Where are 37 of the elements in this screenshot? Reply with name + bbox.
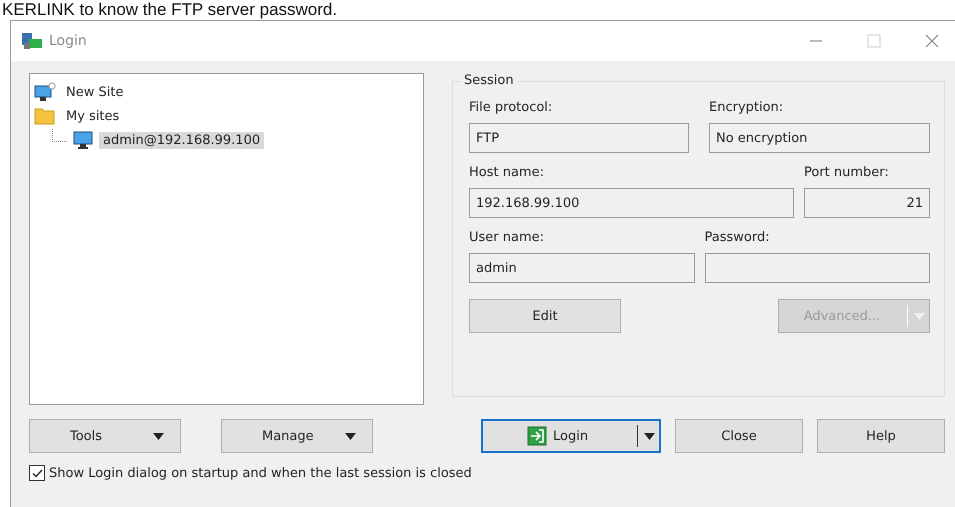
monitor-icon (73, 131, 93, 149)
input-field[interactable]: No encryption (709, 123, 930, 153)
tree-item[interactable]: admin@192.168.99.100 (99, 132, 264, 148)
input-field[interactable]: 21 (804, 188, 930, 218)
folder-icon (34, 107, 56, 125)
caret-icon (153, 432, 164, 440)
field-label: Encryption: (709, 100, 784, 115)
window-title: Login (49, 33, 88, 49)
field-label: Host name: (469, 165, 545, 180)
tree-item[interactable]: My sites (62, 108, 124, 124)
caret-icon (644, 432, 655, 440)
menu-button[interactable]: Manage (221, 419, 373, 453)
dialog-button[interactable]: Login (481, 419, 661, 453)
tree-item[interactable]: New Site (62, 84, 128, 100)
session-button[interactable]: Edit (469, 299, 621, 333)
tree-connector (52, 128, 67, 142)
login-icon (527, 426, 547, 446)
field-label: File protocol: (469, 100, 554, 115)
input-field[interactable]: admin (469, 253, 694, 283)
close-icon[interactable] (925, 34, 939, 48)
field-label: Password: (704, 230, 771, 245)
field-label: Port number: (804, 165, 890, 180)
dialog-button[interactable]: Close (675, 419, 803, 453)
caption-text: KERLINK to know the FTP server password. (1, 0, 338, 20)
caret-icon (345, 432, 356, 440)
dialog-button[interactable]: Help (817, 419, 945, 453)
new-site-icon (34, 82, 56, 102)
input-field[interactable]: FTP (469, 123, 689, 153)
input-field[interactable] (704, 253, 930, 283)
checkbox-label: Show Login dialog on startup and when the last session is closed (49, 466, 472, 480)
caret-icon (914, 312, 925, 320)
menu-button[interactable]: Tools (29, 419, 181, 453)
checkmark-icon (32, 468, 42, 478)
app-icon (21, 31, 43, 51)
checkbox[interactable] (29, 465, 45, 481)
input-field[interactable]: 192.168.99.100 (469, 188, 794, 218)
field-label: User name: (469, 230, 546, 245)
